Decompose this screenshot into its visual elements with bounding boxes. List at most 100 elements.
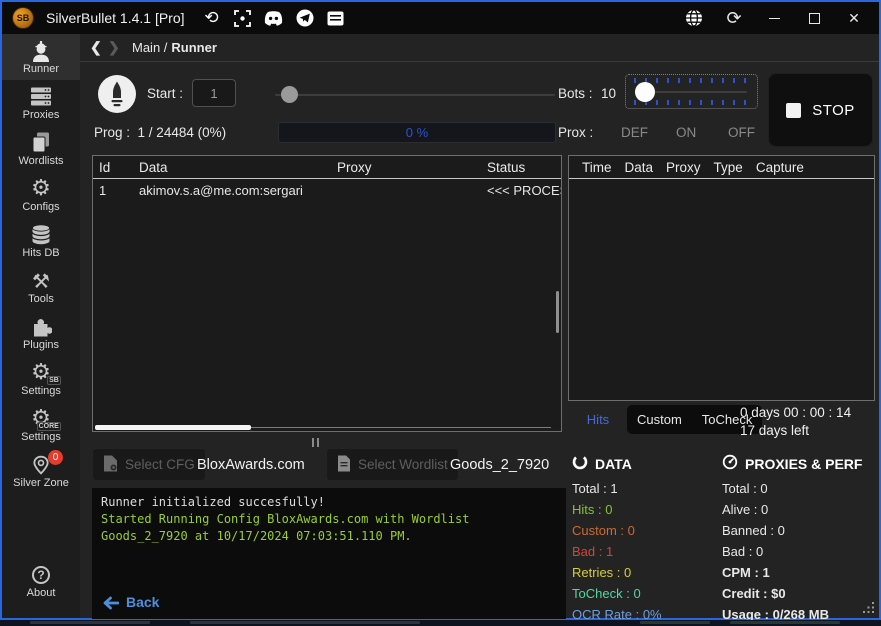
days-left: 17 days left <box>740 423 809 438</box>
column-header-data: Data <box>625 160 654 175</box>
log-line: Started Running Config BloxAwards.com wi… <box>101 511 557 545</box>
progress-label: Prog : 1 / 24484 (0%) <box>94 125 226 140</box>
sidebar-item-label: Settings <box>21 385 61 397</box>
sidebar-item-silver-zone[interactable]: 0 Silver Zone <box>2 448 80 494</box>
gauge-icon <box>722 454 738 473</box>
prox-radio-on-label: ON <box>676 125 696 140</box>
sidebar-item-label: Hits DB <box>22 247 59 259</box>
stat-custom: Custom : 0 <box>572 523 662 538</box>
stat-tocheck: ToCheck : 0 <box>572 586 662 601</box>
sidebar-item-hits-db[interactable]: Hits DB <box>2 218 80 264</box>
wordlist-file-icon <box>337 455 351 475</box>
table-row[interactable]: 1 akimov.s.a@me.com:sergari <<< PROCESS <box>93 179 561 201</box>
secondary-slider[interactable] <box>275 94 555 96</box>
nav-forward-chevron[interactable]: ❯ <box>108 39 126 56</box>
back-arrow-icon <box>102 596 119 610</box>
servers-icon <box>30 86 52 108</box>
cell-status: <<< PROCESS <box>481 183 561 198</box>
stat-proxy-total: Total : 0 <box>722 481 862 496</box>
selected-config: BloxAwards.com <box>197 457 305 473</box>
back-button[interactable]: Back <box>102 594 159 611</box>
bots-slider[interactable] <box>625 74 758 109</box>
documents-icon <box>31 132 51 154</box>
sidebar-item-tools[interactable]: ⚒ Tools <box>2 264 80 310</box>
close-button[interactable]: ✕ <box>837 5 871 31</box>
sidebar-item-about[interactable]: ? About <box>2 558 80 604</box>
cell-id: 1 <box>93 183 133 198</box>
puzzle-icon <box>30 316 52 338</box>
sidebar-item-label: Runner <box>23 63 59 75</box>
tab-hits[interactable]: Hits <box>570 405 626 434</box>
stat-proxy-banned: Banned : 0 <box>722 523 862 538</box>
column-header-capture: Capture <box>756 160 804 175</box>
sync-icon[interactable]: ⟳ <box>717 5 751 31</box>
column-header-status: Status <box>481 160 561 175</box>
maximize-button[interactable] <box>797 5 831 31</box>
globe-icon[interactable] <box>677 5 711 31</box>
tools-icon: ⚒ <box>32 270 50 292</box>
sidebar-item-settings-core[interactable]: ⚙CORE Settings <box>2 402 80 448</box>
refresh-ring-icon <box>572 454 588 473</box>
titlebar: SB SilverBullet 1.4.1 [Pro] ⟲ ⟳ ✕ <box>2 2 879 34</box>
minimize-button[interactable] <box>757 5 791 31</box>
app-window: SB SilverBullet 1.4.1 [Pro] ⟲ ⟳ ✕ <box>0 0 881 620</box>
telegram-icon[interactable] <box>294 7 316 29</box>
notes-icon[interactable] <box>325 7 347 29</box>
splitter-handle[interactable] <box>310 434 320 452</box>
gear-core-icon: ⚙CORE <box>31 408 51 430</box>
bullet-icon <box>98 75 136 113</box>
worker-icon <box>29 40 53 62</box>
bots-label: Bots : <box>558 86 593 101</box>
breadcrumb-section: Main / <box>132 40 167 55</box>
start-input[interactable] <box>192 79 236 107</box>
sidebar-item-runner[interactable]: Runner <box>2 34 80 80</box>
prox-radio-def-label: DEF <box>621 125 648 140</box>
proxies-stats-title: PROXIES & PERF <box>745 456 862 472</box>
app-logo: SB <box>12 7 34 29</box>
sidebar-item-label: Plugins <box>23 339 59 351</box>
database-icon <box>30 224 52 246</box>
sidebar-item-settings-sb[interactable]: ⚙SB Settings <box>2 356 80 402</box>
question-icon: ? <box>32 564 50 586</box>
sidebar-item-wordlists[interactable]: Wordlists <box>2 126 80 172</box>
bots-slider-thumb[interactable] <box>635 82 655 102</box>
main-area: ❮ ❯ Main / Runner Start : Bots : 10 STOP <box>80 34 879 618</box>
capture-icon[interactable] <box>232 7 254 29</box>
sidebar-item-plugins[interactable]: Plugins <box>2 310 80 356</box>
start-label: Start : <box>147 86 183 101</box>
sidebar: Runner Proxies Wordlists ⚙ Configs Hits … <box>2 34 80 618</box>
elapsed-time: 0 days 00 : 00 : 14 <box>740 405 851 420</box>
data-stats-panel: DATA Total : 1 Hits : 0 Custom : 0 Bad :… <box>572 454 662 622</box>
stat-total: Total : 1 <box>572 481 662 496</box>
discord-icon[interactable] <box>263 7 285 29</box>
gear-icon: ⚙ <box>31 178 51 200</box>
sidebar-item-label: Wordlists <box>18 155 63 167</box>
sidebar-item-configs[interactable]: ⚙ Configs <box>2 172 80 218</box>
sidebar-item-label: Proxies <box>23 109 60 121</box>
console-log: Runner initialized succesfully! Started … <box>92 488 566 619</box>
resize-grip[interactable] <box>862 601 875 614</box>
select-cfg-button[interactable]: Select CFG <box>92 448 206 481</box>
data-table: Id Data Proxy Status 1 akimov.s.a@me.com… <box>92 155 562 432</box>
stop-icon <box>786 103 801 118</box>
nav-back-chevron[interactable]: ❮ <box>90 39 108 56</box>
stat-hits: Hits : 0 <box>572 502 662 517</box>
tab-custom[interactable]: Custom <box>627 412 692 427</box>
silver-zone-badge: 0 <box>48 450 63 465</box>
secondary-slider-thumb[interactable] <box>281 86 298 103</box>
column-header-proxy: Proxy <box>666 160 701 175</box>
history-icon[interactable]: ⟲ <box>201 7 223 29</box>
column-header-type: Type <box>714 160 743 175</box>
background-window-strip <box>0 620 881 626</box>
stop-button[interactable]: STOP <box>768 73 873 147</box>
stat-cpm: CPM : 1 <box>722 565 862 580</box>
select-wordlist-button[interactable]: Select Wordlist <box>326 448 459 481</box>
horizontal-scrollbar-thumb[interactable] <box>95 425 251 430</box>
sidebar-item-label: Settings <box>21 431 61 443</box>
data-table-header: Id Data Proxy Status <box>93 156 561 179</box>
vertical-scrollbar[interactable] <box>556 291 559 333</box>
hits-table: Time Data Proxy Type Capture <box>568 155 875 401</box>
column-header-data: Data <box>133 160 331 175</box>
gear-sb-icon: ⚙SB <box>31 362 51 384</box>
sidebar-item-proxies[interactable]: Proxies <box>2 80 80 126</box>
